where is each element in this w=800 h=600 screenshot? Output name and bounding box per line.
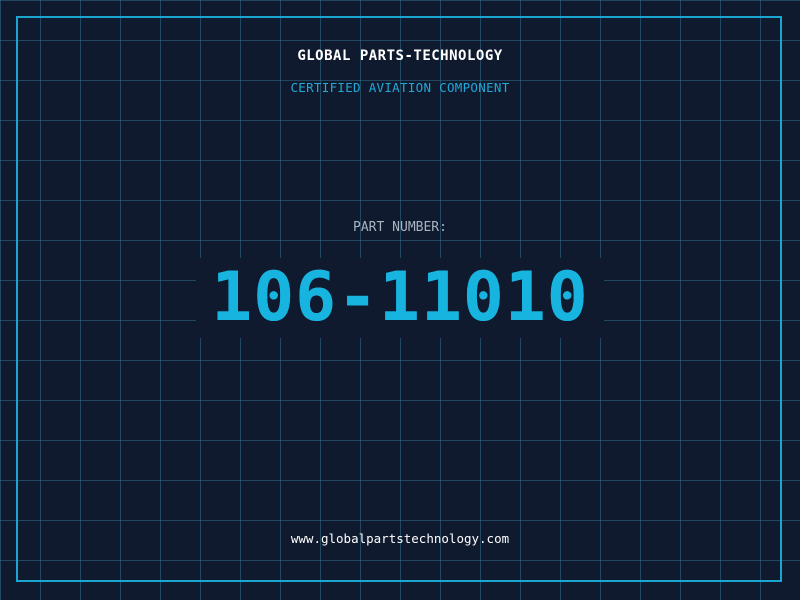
part-number-panel: 106-11010 <box>196 258 604 338</box>
certification-tagline: CERTIFIED AVIATION COMPONENT <box>290 80 510 95</box>
website-url: www.globalpartstechnology.com <box>290 531 510 546</box>
part-label-card: GLOBAL PARTS-TECHNOLOGY CERTIFIED AVIATI… <box>0 0 800 600</box>
company-name: GLOBAL PARTS-TECHNOLOGY <box>297 48 503 64</box>
part-number-label: PART NUMBER: <box>353 220 447 235</box>
part-number-value: 106-11010 <box>211 258 589 337</box>
